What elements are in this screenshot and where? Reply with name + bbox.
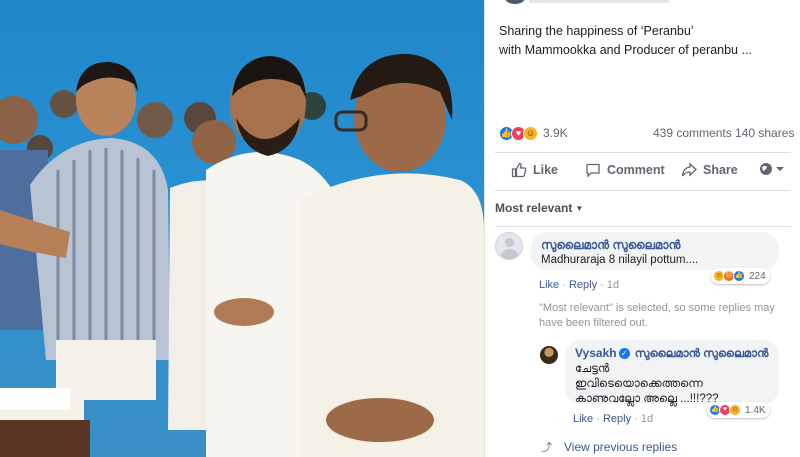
comment-count[interactable]: 439 comments [653, 126, 732, 140]
share-audience-dropdown[interactable] [759, 162, 785, 176]
post-action-bar: Like Comment Share [495, 158, 791, 184]
share-arrow-icon [681, 162, 697, 177]
post-caption: Sharing the happiness of ‘Peranbu’ with … [499, 22, 789, 60]
reply-author-avatar[interactable] [540, 346, 558, 364]
comment-label: Comment [607, 163, 665, 177]
avatar-head [505, 238, 514, 247]
reply-mention[interactable]: സുലൈമാൻ സുലൈമാൻ [635, 348, 769, 360]
reply-reply-link[interactable]: Reply [603, 413, 631, 425]
share-label: Share [703, 163, 738, 177]
share-count[interactable]: 140 shares [735, 126, 794, 140]
comments-divider [495, 226, 791, 227]
comment-author[interactable]: സുലൈമാൻ സുലൈമാൻ [541, 238, 769, 253]
reply-reaction-count: 1.4K [745, 404, 766, 416]
comment-meta: Like · Reply · 1d [539, 279, 620, 291]
caption-line-2: with Mammookka and Producer of peranbu .… [499, 43, 752, 57]
globe-caret-icon [760, 163, 784, 175]
comment-like-link[interactable]: Like [539, 279, 559, 291]
post-stats: 👍 ♥ ☺ 3.9K 439 comments 140 shares [499, 124, 795, 144]
post-photo[interactable] [0, 0, 484, 457]
reply-reactions-badge[interactable]: 👍 ♥ ☺ 1.4K [707, 402, 770, 418]
like-button[interactable]: Like [511, 162, 558, 178]
comment-sort-label: Most relevant [495, 201, 573, 215]
comment-sort-dropdown[interactable]: Most relevant ▼ [495, 201, 583, 215]
comment-button[interactable]: Comment [585, 162, 665, 178]
photo-people-illustration [0, 53, 484, 457]
comment-icon [586, 163, 600, 178]
comment-text: Madhuraraja 8 nilayil pottum.... [541, 254, 699, 266]
comment-reaction-count: 224 [749, 270, 766, 282]
reply-like-link[interactable]: Like [573, 413, 593, 425]
wow-reaction-icon: ☺ [729, 404, 741, 416]
post-details-panel: Sharing the happiness of ‘Peranbu’ with … [484, 0, 800, 457]
comment-bubble: സുലൈമാൻ സുലൈമാൻ Madhuraraja 8 nilayil po… [531, 232, 779, 270]
reply-author[interactable]: Vysakh [575, 346, 617, 360]
reply-bubble: Vysakh ✓ സുലൈമാൻ സുലൈമാൻ ചേട്ടൻ ഇവിടെയൊക്… [565, 340, 779, 405]
like-reaction-icon: 👍 [733, 270, 745, 282]
comment-time[interactable]: 1d [607, 279, 619, 291]
comment-reactions-badge[interactable]: ☺ ☹ 👍 224 [711, 268, 770, 284]
share-button[interactable]: Share [681, 162, 738, 178]
reply-text-line-1: ചേട്ടൻ [575, 363, 610, 375]
reply-meta: Like · Reply · 1d [573, 413, 654, 425]
reaction-count[interactable]: 3.9K [543, 126, 568, 140]
view-previous-replies-link[interactable]: ⤴ View previous replies [541, 439, 677, 455]
avatar-body [500, 249, 519, 259]
verified-badge-icon: ✓ [618, 348, 630, 359]
comment-reply-link[interactable]: Reply [569, 279, 597, 291]
reply-arrow-icon: ⤴ [541, 442, 552, 454]
commenter-avatar[interactable] [495, 232, 523, 260]
actions-divider [495, 190, 791, 191]
reply-text-line-2: ഇവിടെയൊക്കെത്തന്നെ [575, 378, 703, 390]
replies-filter-note: "Most relevant" is selected, so some rep… [539, 302, 775, 329]
reply-time[interactable]: 1d [641, 413, 653, 425]
caret-down-icon: ▼ [575, 204, 584, 213]
poster-avatar[interactable] [505, 0, 525, 4]
thumbs-up-icon [511, 162, 527, 178]
caption-line-1: Sharing the happiness of ‘Peranbu’ [499, 24, 694, 38]
like-label: Like [533, 163, 559, 177]
poster-name-placeholder [529, 0, 669, 3]
view-previous-label: View previous replies [564, 440, 678, 454]
stats-divider [495, 152, 791, 153]
wow-reaction-icon: ☺ [523, 126, 538, 141]
